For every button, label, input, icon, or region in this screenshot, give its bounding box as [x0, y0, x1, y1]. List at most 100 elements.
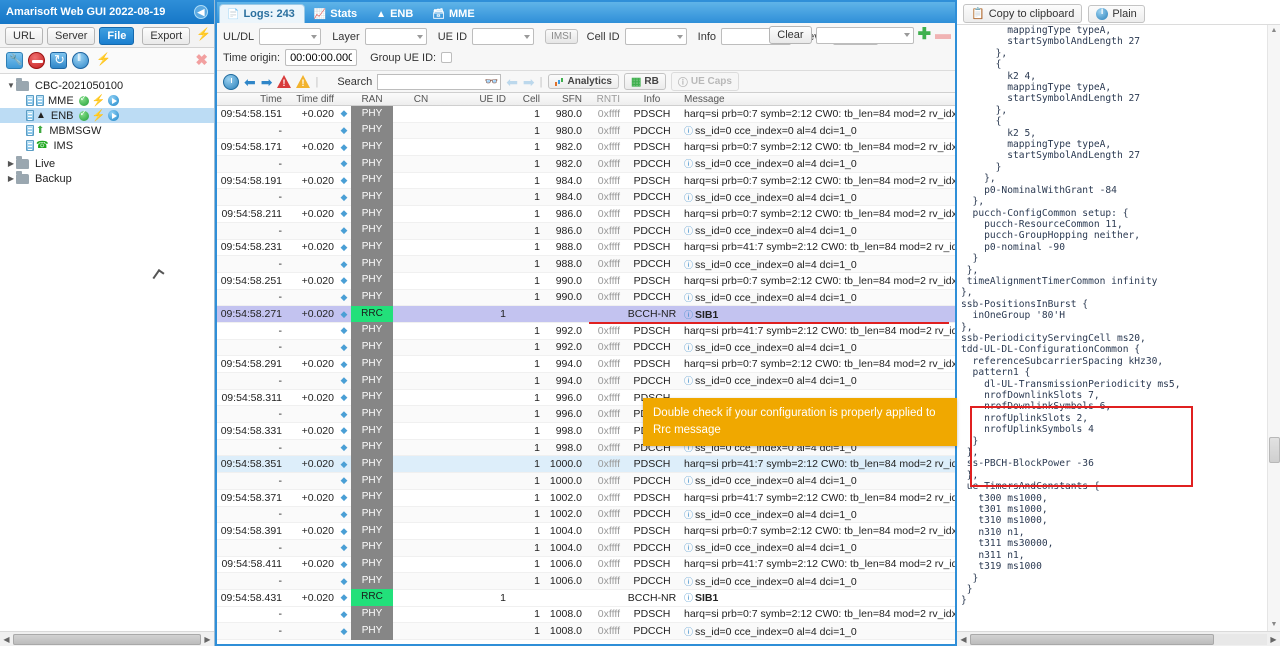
col-header-ran[interactable]: RAN — [351, 94, 393, 105]
imsi-button[interactable]: IMSI — [545, 29, 578, 44]
arrow-left-icon[interactable]: ⬅ — [244, 75, 256, 89]
col-header-cell[interactable]: Cell — [509, 94, 543, 105]
minus-icon[interactable]: ▬ — [935, 27, 951, 43]
col-header-message[interactable]: Message — [681, 94, 955, 105]
table-row[interactable]: 09:54:58.411 +0.020 ◆ PHY 1 1006.0 0xffff PDSCH… — [217, 556, 955, 574]
uldl-select[interactable] — [259, 28, 322, 45]
export-button[interactable]: Export — [142, 26, 191, 45]
plug-icon[interactable] — [94, 52, 111, 69]
warning-triangle-icon[interactable] — [296, 75, 311, 88]
table-row[interactable]: 09:54:58.291 +0.020 ◆ PHY 1 994.0 0xffff PDSCH h… — [217, 355, 955, 373]
table-row[interactable]: - ◆ PHY 1 1008.0 0xffff PDCCH ⓘ ss_id=0 cce_inde… — [217, 622, 955, 640]
tab-mme[interactable]: 🗃 MME — [424, 4, 484, 23]
tree-item-ims[interactable]: ☎ IMS — [0, 138, 214, 153]
table-row[interactable]: 09:54:58.271 +0.020 ◆ RRC 1 BCCH-NR ⓘ SIB1 — [217, 305, 955, 323]
ue-caps-button[interactable]: ⓘ UE Caps — [670, 72, 739, 91]
stop-icon[interactable] — [28, 52, 45, 69]
detail-vertical-scrollbar[interactable]: ▲ ▼ — [1267, 25, 1280, 631]
table-row[interactable]: 09:54:58.211 +0.020 ◆ PHY 1 986.0 0xffff PDSCH h… — [217, 205, 955, 223]
table-row[interactable]: - ◆ PHY 1 1000.0 0xffff PDCCH ⓘ ss_id=0 cce_inde… — [217, 472, 955, 490]
clear-preset-select[interactable] — [815, 26, 914, 44]
table-row[interactable]: - ◆ PHY 1 990.0 0xffff PDCCH ⓘ ss_id=0 cce_index… — [217, 289, 955, 307]
tree-item-mme[interactable]: MME ⚡ — [0, 93, 214, 108]
close-icon[interactable]: ✖ — [195, 52, 208, 69]
clock-icon[interactable] — [223, 73, 239, 90]
config-code-text[interactable]: mappingType typeA, startSymbolAndLength … — [957, 25, 1267, 631]
table-row[interactable]: - ◆ PHY 1 982.0 0xffff PDCCH ⓘ ss_id=0 cce_index… — [217, 155, 955, 173]
scroll-right-arrow-icon[interactable]: ▶ — [201, 635, 214, 644]
play-icon[interactable] — [108, 95, 120, 106]
scroll-thumb[interactable] — [970, 633, 1214, 645]
scroll-track[interactable] — [970, 633, 1267, 645]
table-row[interactable]: - ◆ PHY 1 984.0 0xffff PDCCH ⓘ ss_id=0 cce_index… — [217, 188, 955, 207]
tab-stats[interactable]: 📈 Stats — [306, 4, 367, 23]
pause-icon[interactable] — [72, 52, 89, 69]
ueid-select[interactable] — [472, 28, 535, 45]
expand-arrow-icon[interactable]: ▶ — [6, 174, 16, 183]
error-triangle-icon[interactable] — [277, 75, 292, 88]
table-row[interactable]: 09:54:58.431 +0.020 ◆ RRC 1 BCCH-NR ⓘ SIB1 — [217, 589, 955, 607]
binoculars-icon[interactable]: 👓 — [484, 75, 498, 88]
scroll-track[interactable] — [1268, 37, 1280, 619]
time-origin-input[interactable] — [285, 49, 358, 66]
tree-item-mbmsgw[interactable]: ⬆ MBMSGW — [0, 123, 214, 138]
tree-item-cbc[interactable]: ▼ CBC-2021050100 — [0, 77, 214, 93]
bolt-icon[interactable]: ⚡ — [92, 109, 106, 122]
play-icon[interactable] — [108, 110, 120, 121]
plain-button[interactable]: Plain — [1088, 4, 1145, 23]
expand-arrow-icon[interactable]: ▶ — [6, 159, 16, 168]
table-row[interactable]: 09:54:58.351 +0.020 ◆ PHY 1 1000.0 0xffff PDSCH… — [217, 455, 955, 474]
table-row[interactable]: 09:54:58.371 +0.020 ◆ PHY 1 1002.0 0xffff PDSCH… — [217, 489, 955, 507]
url-button[interactable]: URL — [5, 26, 44, 45]
col-header-timediff[interactable]: Time diff — [285, 94, 337, 105]
arrow-right-icon[interactable]: ➡ — [261, 75, 273, 89]
scroll-thumb[interactable] — [13, 633, 201, 645]
scroll-thumb[interactable] — [1268, 437, 1280, 463]
scroll-track[interactable] — [13, 633, 201, 645]
table-row[interactable]: - ◆ PHY 1 988.0 0xffff PDCCH ⓘ ss_id=0 cce_index… — [217, 255, 955, 273]
col-header-cn[interactable]: CN — [393, 94, 449, 105]
layer-select[interactable] — [364, 28, 427, 45]
col-header-time[interactable]: Time — [217, 94, 285, 105]
group-ueid-checkbox[interactable] — [441, 52, 453, 63]
table-row[interactable]: - ◆ PHY 1 1006.0 0xffff PDCCH ⓘ ss_id=0 cce_inde… — [217, 572, 955, 590]
copy-to-clipboard-button[interactable]: 📋 Copy to clipboard — [963, 4, 1083, 23]
server-button[interactable]: Server — [47, 26, 96, 45]
tree-item-enb[interactable]: ▲ ENB ⚡ — [0, 108, 214, 123]
scroll-up-arrow-icon[interactable]: ▲ — [1271, 25, 1278, 37]
tree-item-live[interactable]: ▶ Live — [0, 155, 214, 171]
table-row[interactable]: 09:54:58.251 +0.020 ◆ PHY 1 990.0 0xffff PDSCH h… — [217, 272, 955, 290]
file-button[interactable]: File — [99, 26, 135, 45]
detail-horizontal-scrollbar[interactable]: ◀ ▶ — [957, 631, 1280, 646]
scroll-left-arrow-icon[interactable]: ◀ — [957, 635, 970, 644]
chevron-left-icon[interactable]: ◀ — [194, 5, 208, 19]
table-row[interactable]: - ◆ PHY 1 992.0 0xffff PDCCH ⓘ ss_id=0 cce_index… — [217, 339, 955, 357]
tree-item-backup[interactable]: ▶ Backup — [0, 170, 214, 186]
col-header-rnti[interactable]: RNTI — [585, 94, 623, 105]
cellid-select[interactable] — [624, 28, 687, 45]
tab-enb[interactable]: ▲ ENB — [368, 4, 423, 23]
table-row[interactable]: - ◆ PHY 1 986.0 0xffff PDCCH ⓘ ss_id=0 cce_index… — [217, 222, 955, 240]
col-header-info[interactable]: Info — [623, 94, 681, 105]
bolt-icon[interactable]: ⚡ — [92, 94, 106, 107]
scroll-left-arrow-icon[interactable]: ◀ — [0, 635, 13, 644]
wrench-icon[interactable] — [6, 52, 23, 69]
arrow-right-icon[interactable]: ➡ — [523, 75, 535, 89]
table-row[interactable]: 09:54:58.391 +0.020 ◆ PHY 1 1004.0 0xffff PDSCH… — [217, 522, 955, 540]
table-row[interactable]: - ◆ PHY 1 980.0 0xffff PDCCH ⓘ ss_id=0 cce_index… — [217, 122, 955, 140]
tab-logs[interactable]: 📄 Logs: 243 — [219, 4, 305, 23]
table-row[interactable]: - ◆ PHY 1 994.0 0xffff PDCCH ⓘ ss_id=0 cce_index… — [217, 372, 955, 390]
table-row[interactable]: - ◆ PHY 1 1002.0 0xffff PDCCH ⓘ ss_id=0 cce_inde… — [217, 506, 955, 524]
plug-icon[interactable] — [194, 27, 211, 44]
table-row[interactable]: - ◆ PHY 1 1004.0 0xffff PDCCH ⓘ ss_id=0 cce_inde… — [217, 539, 955, 557]
arrow-left-icon[interactable]: ⬅ — [506, 75, 518, 89]
scroll-right-arrow-icon[interactable]: ▶ — [1267, 635, 1280, 644]
search-input[interactable] — [377, 73, 502, 90]
rb-button[interactable]: ▦ RB — [623, 73, 666, 90]
table-row[interactable]: 09:54:58.171 +0.020 ◆ PHY 1 982.0 0xffff PDSCH h… — [217, 138, 955, 157]
table-row[interactable]: - ◆ PHY 1 992.0 0xffff PDSCH harq=si prb=41:7 s… — [217, 322, 955, 340]
table-row[interactable]: 09:54:58.191 +0.020 ◆ PHY 1 984.0 0xffff PDSCH h… — [217, 172, 955, 190]
analytics-button[interactable]: Analytics — [547, 74, 619, 89]
table-row[interactable]: 09:54:58.231 +0.020 ◆ PHY 1 988.0 0xffff PDSCH h… — [217, 239, 955, 257]
scroll-down-arrow-icon[interactable]: ▼ — [1271, 619, 1278, 631]
